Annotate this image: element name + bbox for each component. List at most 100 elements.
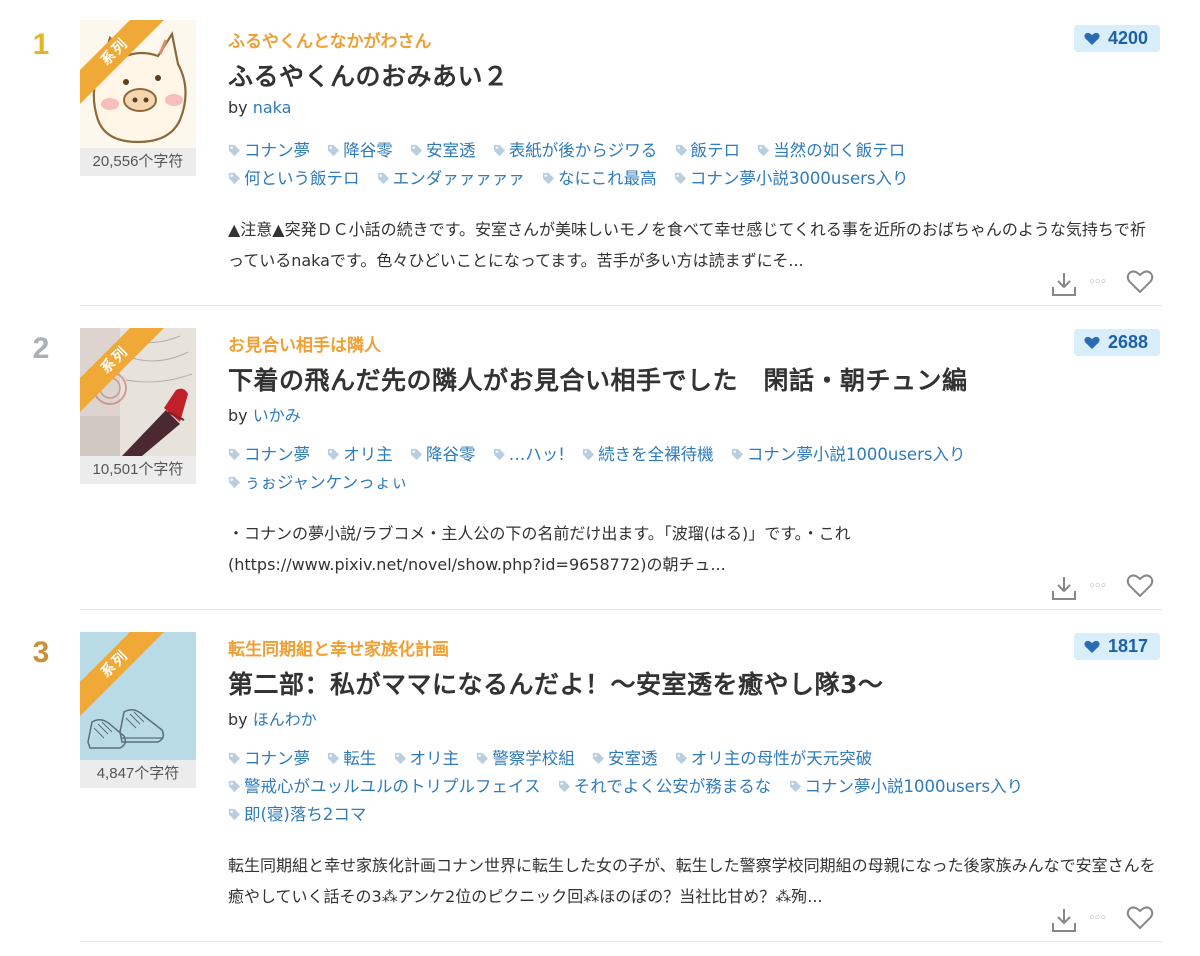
tag[interactable]: 何という飯テロ	[228, 165, 360, 193]
tag[interactable]: コナン夢小説1000users入り	[731, 441, 965, 469]
item-divider	[80, 305, 1162, 306]
tag[interactable]: 安室透	[592, 745, 658, 773]
tag-icon	[228, 808, 241, 821]
heart-outline-icon[interactable]	[1126, 269, 1154, 295]
tag[interactable]: コナン夢	[228, 441, 310, 469]
by-label: by	[228, 406, 248, 425]
item-divider	[80, 609, 1162, 610]
tag-list: コナン夢 転生 オリ主 警察学校組 安室透 オリ主の母性が天元突破 警戒心がユッ…	[228, 745, 1168, 829]
tag-icon	[394, 752, 406, 765]
tag[interactable]: コナン夢小説3000users入り	[674, 165, 909, 193]
tag[interactable]: オリ主の母性が天元突破	[675, 745, 872, 773]
download-icon[interactable]	[1050, 906, 1078, 934]
tag[interactable]: 降谷零	[327, 137, 393, 165]
tag-icon	[410, 448, 423, 461]
likes-count: 2688	[1107, 332, 1148, 352]
tag-icon	[228, 780, 241, 793]
tag[interactable]: …ハッ!	[493, 441, 565, 469]
character-count: 4,847个字符	[80, 760, 196, 788]
tag[interactable]: コナン夢	[228, 745, 310, 773]
author-line: by ほんわか	[228, 706, 317, 730]
cover-thumbnail[interactable]: 系列 10,501个字符	[80, 328, 196, 484]
tag[interactable]: 降谷零	[410, 441, 476, 469]
tag[interactable]: 飯テロ	[675, 137, 740, 165]
tag-icon	[228, 752, 241, 765]
tag-icon	[328, 752, 340, 765]
likes-badge: 4200	[1073, 25, 1160, 52]
cover-thumbnail[interactable]: 系列 4,847个字符	[80, 632, 196, 788]
series-link[interactable]: ふるやくんとなかがわさん	[228, 27, 432, 52]
more-icon[interactable]: ◦◦◦	[1088, 572, 1107, 602]
tag-list: コナン夢 降谷零 安室透 表紙が後からジワる 飯テロ 当然の如く飯テロ 何という…	[228, 137, 1168, 193]
tag[interactable]: 警戒心がユッルユルのトリプルフェイス	[228, 773, 541, 801]
tag-icon	[328, 448, 340, 461]
tag[interactable]: 表紙が後からジワる	[493, 137, 657, 165]
tag-icon	[675, 752, 687, 765]
tag-icon	[674, 172, 686, 185]
tag-icon	[228, 144, 241, 157]
tag[interactable]: ぅぉジャンケンっょぃ	[228, 469, 408, 497]
heart-outline-icon[interactable]	[1126, 905, 1154, 931]
tag[interactable]: それでよく公安が務まるな	[558, 773, 771, 801]
tag[interactable]: 転生	[327, 745, 376, 773]
tag-icon	[542, 172, 555, 185]
heart-icon	[1084, 336, 1100, 349]
action-bar: ◦◦◦	[1050, 572, 1160, 602]
likes-count: 1817	[1107, 636, 1148, 656]
tag-icon	[558, 780, 570, 793]
likes-badge: 2688	[1073, 329, 1160, 356]
tag[interactable]: 即(寝)落ち2コマ	[228, 801, 366, 829]
series-link[interactable]: お見合い相手は隣人	[228, 331, 381, 356]
tag-icon	[789, 780, 801, 793]
tag-icon	[731, 448, 743, 461]
tag-icon	[592, 752, 605, 765]
rank-number: 1	[32, 28, 50, 61]
tag-icon	[493, 448, 505, 461]
tag[interactable]: オリ主	[327, 441, 393, 469]
novel-description: ▲注意▲突発ＤＣ小話の続きです。安室さんが美味しいモノを食べて幸せ感じてくれる事…	[228, 220, 1146, 270]
tag-icon	[228, 172, 241, 185]
tag[interactable]: コナン夢小説1000users入り	[789, 773, 1023, 801]
tag[interactable]: オリ主	[394, 745, 459, 773]
tag-icon	[228, 448, 241, 461]
author-link[interactable]: naka	[253, 98, 292, 117]
novel-description: 転生同期組と幸せ家族化計画コナン世界に転生した女の子が、転生した警察学校同期組の…	[228, 856, 1156, 906]
character-count: 20,556个字符	[80, 148, 196, 176]
tag-icon	[410, 144, 423, 157]
author-link[interactable]: ほんわか	[253, 710, 317, 729]
rank-number: 3	[32, 636, 50, 669]
action-bar: ◦◦◦	[1050, 268, 1160, 298]
download-icon[interactable]	[1050, 270, 1078, 298]
tag-icon	[758, 144, 770, 157]
tag-list: コナン夢 オリ主 降谷零 …ハッ! 続きを全裸待機 コナン夢小説1000user…	[228, 441, 1168, 497]
series-link[interactable]: 転生同期組と幸せ家族化計画	[228, 635, 449, 660]
author-line: by いかみ	[228, 402, 301, 426]
tag[interactable]: 警察学校組	[476, 745, 575, 773]
rank-number: 2	[32, 332, 50, 365]
tag-icon	[377, 172, 389, 185]
heart-outline-icon[interactable]	[1126, 573, 1154, 599]
tag[interactable]: コナン夢	[228, 137, 310, 165]
action-bar: ◦◦◦	[1050, 904, 1160, 934]
by-label: by	[228, 98, 248, 117]
more-icon[interactable]: ◦◦◦	[1088, 268, 1107, 298]
likes-count: 4200	[1107, 28, 1148, 48]
tag-icon	[477, 752, 489, 765]
author-link[interactable]: いかみ	[253, 406, 301, 425]
novel-description: ・コナンの夢小説/ラブコメ・主人公の下の名前だけ出ます。「波瑠(はる)」です。・…	[228, 524, 851, 574]
novel-title[interactable]: 第二部：私がママになるんだよ！〜安室透を癒やし隊3〜	[228, 665, 883, 701]
tag[interactable]: 当然の如く飯テロ	[757, 137, 905, 165]
tag[interactable]: 安室透	[410, 137, 476, 165]
tag[interactable]: 続きを全裸待機	[582, 441, 714, 469]
more-icon[interactable]: ◦◦◦	[1088, 904, 1107, 934]
cover-thumbnail[interactable]: 系列 20,556个字符	[80, 20, 196, 176]
tag-icon	[228, 476, 241, 489]
novel-title[interactable]: 下着の飛んだ先の隣人がお見合い相手でした 閑話・朝チュン編	[228, 361, 968, 397]
item-divider	[80, 941, 1162, 942]
likes-badge: 1817	[1073, 633, 1160, 660]
tag[interactable]: エンダァァァァァ	[377, 165, 525, 193]
heart-icon	[1084, 32, 1100, 45]
download-icon[interactable]	[1050, 574, 1078, 602]
tag[interactable]: なにこれ最高	[542, 165, 657, 193]
novel-title[interactable]: ふるやくんのおみあい２	[228, 57, 509, 93]
